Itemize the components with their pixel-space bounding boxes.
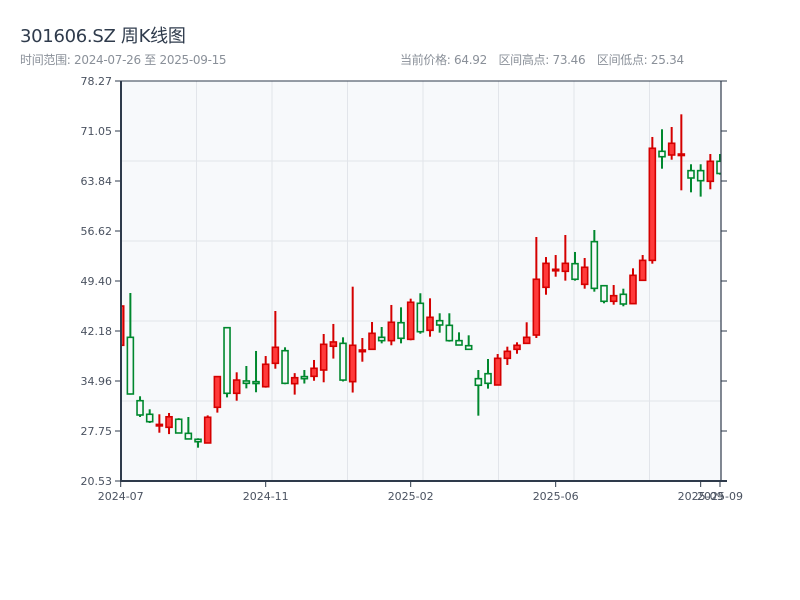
y-tick-label: 56.62 bbox=[81, 225, 113, 238]
candle-body bbox=[580, 266, 589, 286]
candle-body bbox=[677, 153, 686, 157]
candle-body bbox=[213, 375, 222, 409]
candle-body bbox=[165, 415, 173, 429]
candle-body bbox=[203, 416, 212, 444]
candle-body bbox=[542, 262, 550, 289]
candle-body bbox=[532, 278, 541, 336]
candle-body bbox=[406, 301, 415, 341]
candle-body bbox=[155, 423, 164, 427]
candle-body bbox=[667, 142, 676, 156]
candle-body bbox=[629, 274, 637, 305]
candle-body bbox=[368, 332, 376, 351]
x-tick-label: 2024-07 bbox=[98, 490, 144, 503]
y-tick-label: 42.18 bbox=[81, 325, 113, 338]
candle-body bbox=[387, 321, 396, 342]
candle-up bbox=[648, 136, 657, 264]
candle-up bbox=[493, 354, 502, 386]
y-tick-label: 27.75 bbox=[81, 425, 113, 438]
candle-body bbox=[561, 262, 570, 273]
candle-body bbox=[348, 344, 357, 383]
x-tick-label: 2025-02 bbox=[388, 490, 434, 503]
y-tick-label: 34.96 bbox=[81, 375, 113, 388]
candle-body bbox=[513, 344, 521, 351]
y-tick-label: 49.40 bbox=[81, 275, 113, 288]
candle-body bbox=[551, 268, 560, 272]
candle-body bbox=[493, 357, 502, 386]
y-tick-label: 20.53 bbox=[81, 475, 113, 488]
candle-body bbox=[609, 294, 618, 303]
candle-up bbox=[213, 375, 222, 413]
candle-body bbox=[358, 349, 367, 353]
candle-body bbox=[232, 379, 241, 395]
y-tick-label: 78.27 bbox=[81, 75, 113, 88]
x-tick-label: 2025-09 bbox=[697, 490, 743, 503]
candle-body bbox=[261, 363, 270, 388]
candle-body bbox=[706, 160, 715, 183]
candle-body bbox=[522, 336, 531, 345]
candle-body bbox=[426, 316, 434, 332]
x-tick-label: 2024-11 bbox=[243, 490, 289, 503]
y-axis-labels: 78.27 71.05 63.84 56.62 49.40 42.18 34.96 27.75… bbox=[81, 75, 113, 488]
candle-body bbox=[638, 259, 647, 282]
candle-body bbox=[310, 367, 318, 378]
candle-body bbox=[329, 341, 338, 348]
candle-body bbox=[290, 376, 299, 385]
candle-up bbox=[406, 298, 415, 341]
candle-body bbox=[319, 343, 328, 371]
candle-body bbox=[271, 346, 280, 365]
candle-body bbox=[648, 147, 657, 262]
x-axis-labels: 2024-07 2024-11 2025-02 2025-06 2025-092025-… bbox=[98, 490, 743, 503]
candle-up bbox=[203, 415, 212, 444]
y-tick-label: 63.84 bbox=[81, 175, 113, 188]
x-tick-label: 2025-06 bbox=[533, 490, 579, 503]
candle-body bbox=[503, 350, 512, 360]
candlestick-chart: 78.27 71.05 63.84 56.62 49.40 42.18 34.96 27.75… bbox=[81, 75, 743, 503]
y-tick-label: 71.05 bbox=[81, 125, 113, 138]
